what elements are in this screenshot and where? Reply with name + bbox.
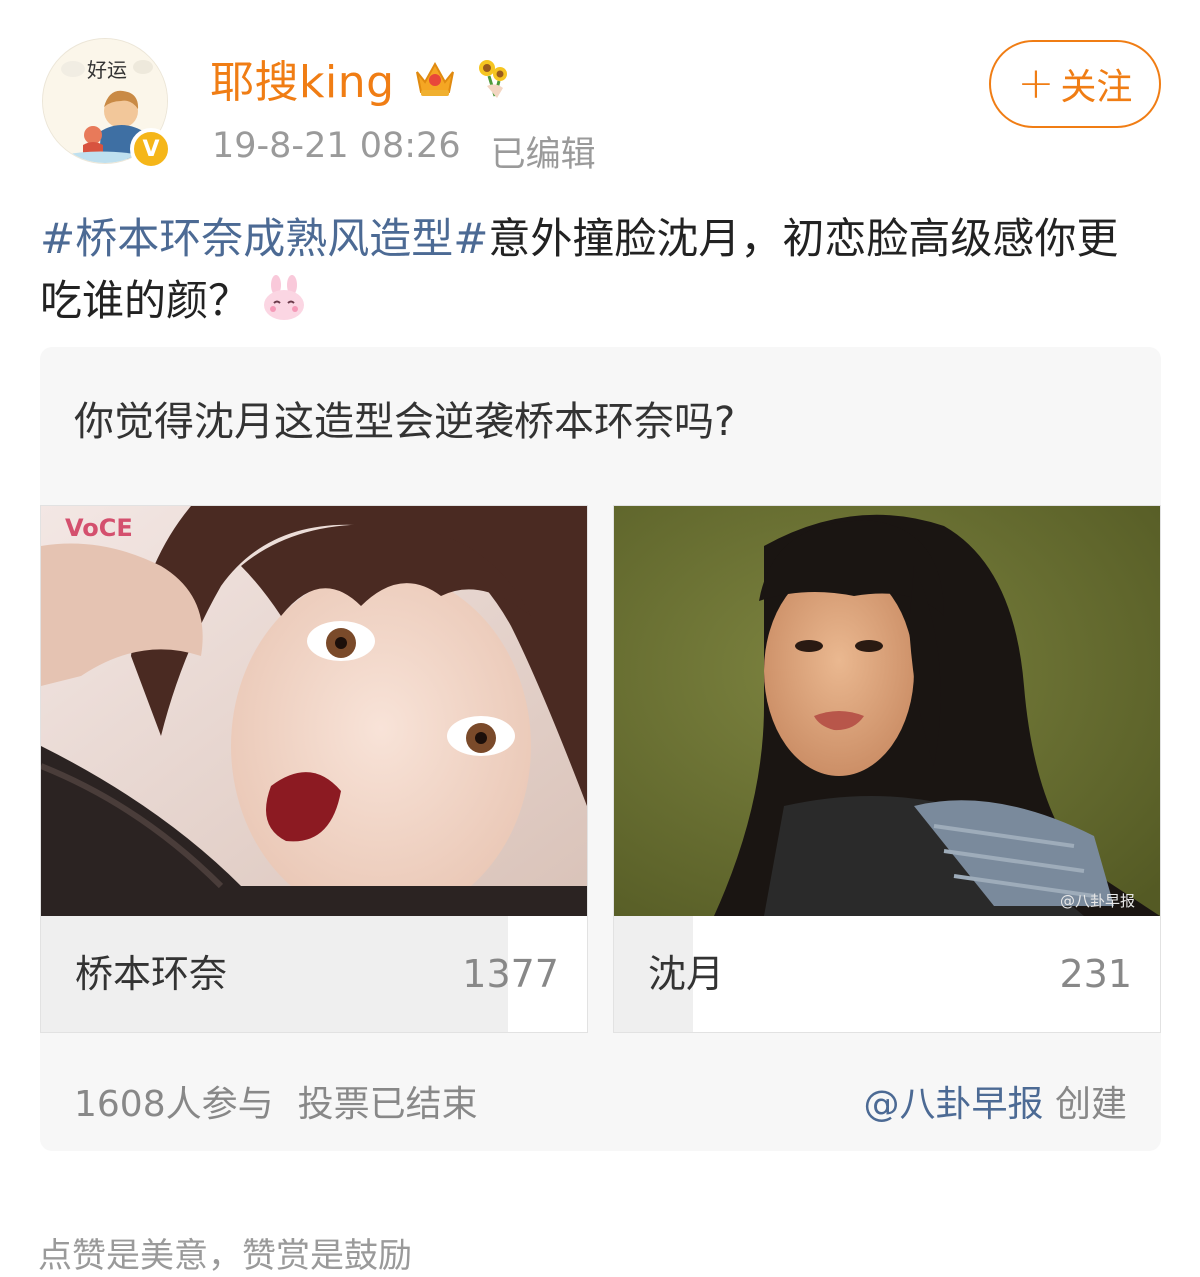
hashtag-link[interactable]: #桥本环奈成熟风造型# — [40, 214, 488, 263]
voce-watermark: VoCE — [65, 514, 133, 542]
bunny-emoji-icon — [264, 275, 305, 320]
follow-button[interactable]: + 关注 — [989, 40, 1161, 128]
option-1-count: 1377 — [462, 952, 559, 996]
svg-text:好运: 好运 — [87, 58, 127, 82]
option-1-label: 桥本环奈 — [75, 952, 228, 996]
vote-status: 投票已结束 — [297, 1084, 478, 1125]
participant-count: 1608人参与 — [74, 1084, 274, 1125]
option-2-result: 沈月 231 — [614, 916, 1160, 1032]
vote-option-1[interactable]: VoCE 桥本环奈 1377 — [40, 505, 588, 1033]
avatar[interactable]: 好运 V — [34, 30, 172, 172]
vote-card: 你觉得沈月这造型会逆袭桥本环奈吗? VoCE 桥本环奈 1377 @八卦早报 沈… — [40, 347, 1161, 1151]
option-2-count: 231 — [1059, 952, 1132, 996]
post-body: #桥本环奈成熟风造型#意外撞脸沈月，初恋脸高级感你更吃谁的颜？ — [40, 208, 1160, 332]
photo-watermark: @八卦早报 — [1060, 892, 1135, 910]
crown-icon — [415, 61, 454, 96]
vote-option-2[interactable]: @八卦早报 沈月 231 — [613, 505, 1161, 1033]
post-meta: 19-8-21 08:26 已编辑 — [212, 126, 596, 177]
option-2-photo: @八卦早报 — [614, 506, 1160, 916]
option-2-label: 沈月 — [648, 952, 725, 996]
vote-creator: @八卦早报 创建 — [864, 1075, 1127, 1127]
vote-question: 你觉得沈月这造型会逆袭桥本环奈吗? — [74, 399, 736, 445]
creator-link[interactable]: @八卦早报 — [864, 1084, 1044, 1125]
post-timestamp: 19-8-21 08:26 — [212, 126, 461, 166]
vote-summary: 1608人参与 投票已结束 — [74, 1075, 478, 1127]
sunflower-icon — [478, 60, 507, 98]
follow-label: 关注 — [1060, 67, 1133, 108]
option-1-result: 桥本环奈 1377 — [41, 916, 587, 1032]
plus-icon: + — [1017, 58, 1055, 109]
created-suffix: 创建 — [1054, 1084, 1127, 1125]
username[interactable]: 耶搜king — [210, 46, 395, 110]
post-header: 好运 V 耶搜king 19-8-21 08:26 已编辑 + 关注 — [0, 0, 1200, 190]
edited-label: 已编辑 — [490, 135, 596, 175]
option-1-photo: VoCE — [41, 506, 587, 916]
verified-badge-icon: V — [130, 128, 172, 170]
username-row: 耶搜king — [210, 48, 513, 108]
reward-note: 点赞是美意，赞赏是鼓励 — [38, 1236, 412, 1276]
